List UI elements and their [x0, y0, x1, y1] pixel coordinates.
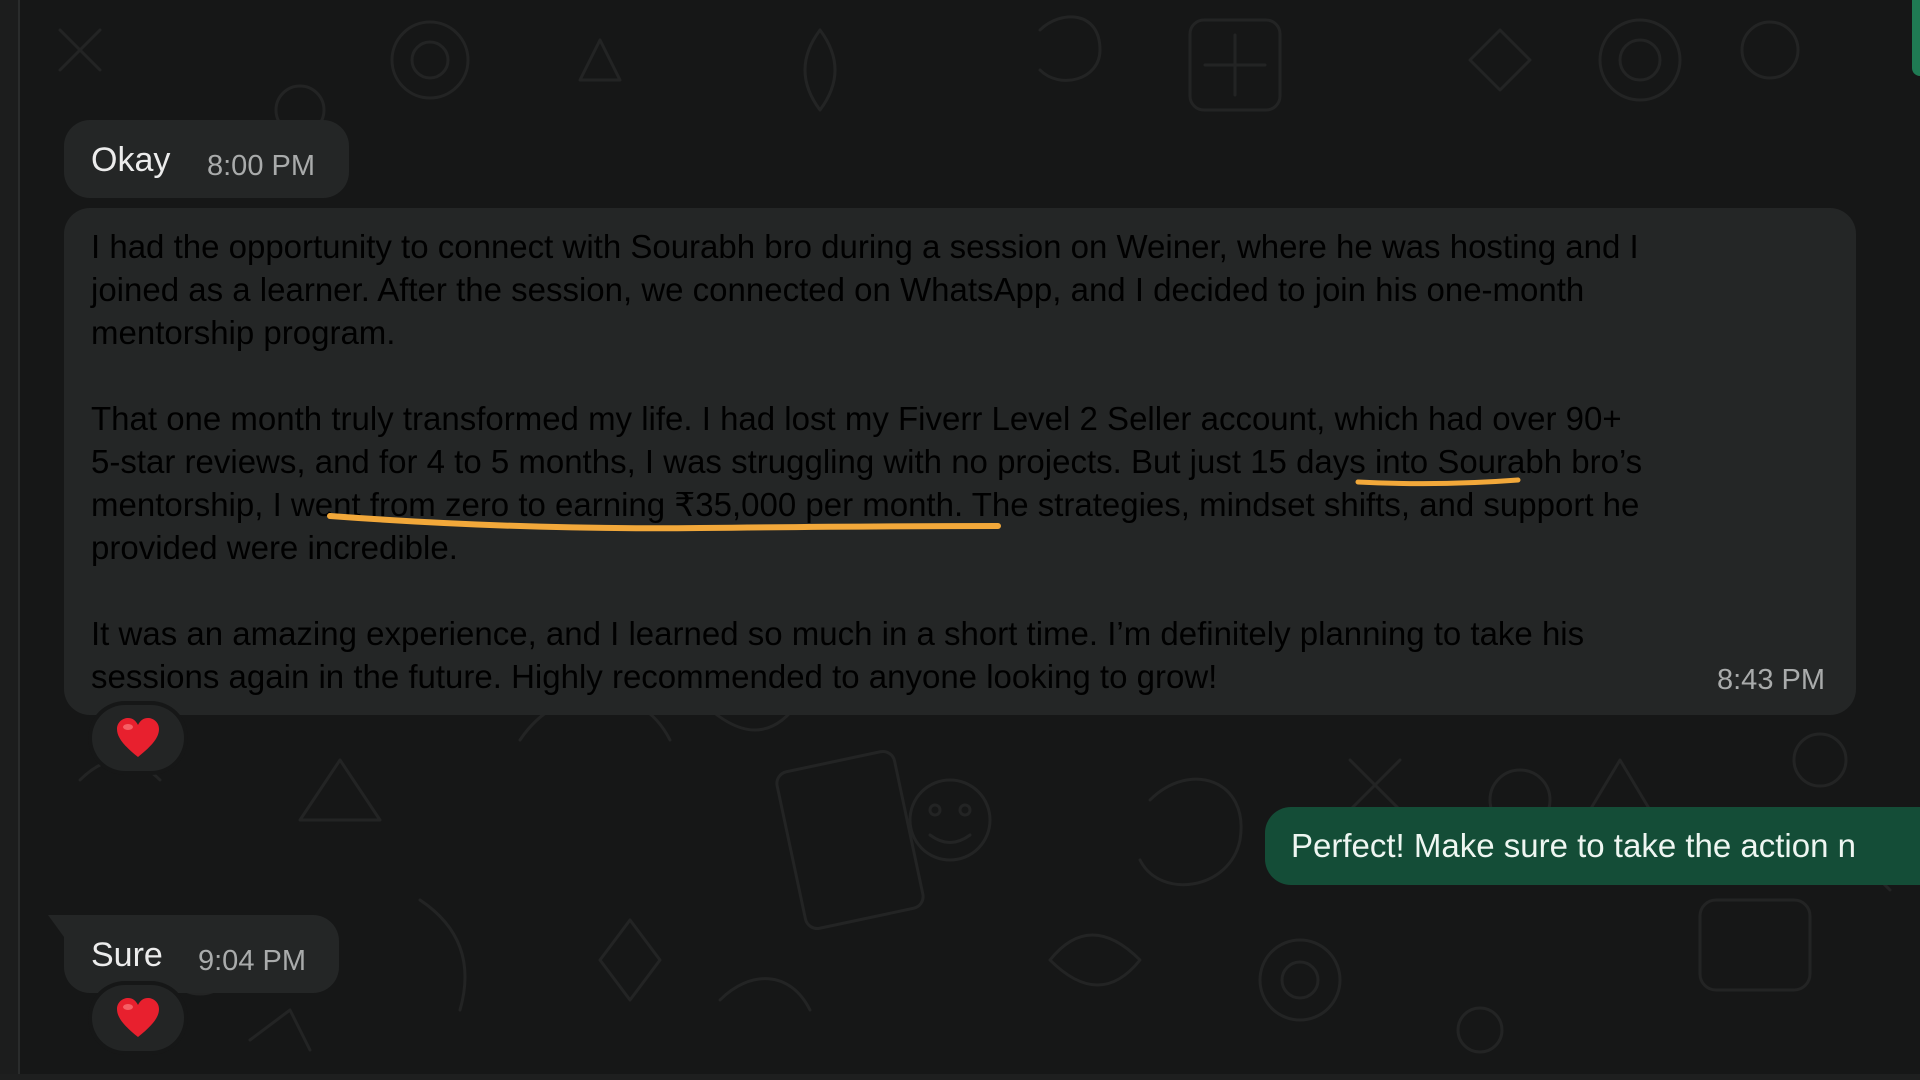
incoming-message-sure[interactable]: Sure 9:04 PM	[64, 915, 339, 993]
testimonial-line: 5-star reviews, and for 4 to 5 months, I…	[91, 443, 1643, 480]
message-timestamp: 9:04 PM	[198, 945, 306, 977]
message-timestamp: 8:43 PM	[1717, 664, 1825, 696]
message-timestamp: 8:00 PM	[207, 150, 315, 182]
chat-window: Okay 8:00 PM 8:43 PM I had the opportuni…	[0, 0, 1920, 1080]
heart-emoji-icon	[117, 998, 159, 1037]
bubble-tail	[48, 915, 64, 937]
incoming-message-okay[interactable]: Okay 8:00 PM	[64, 120, 349, 198]
outgoing-bubble-edge	[1912, 0, 1920, 76]
sidebar-divider	[0, 0, 20, 1080]
message-text: Okay	[91, 141, 171, 179]
testimonial-line: sessions again in the future. Highly rec…	[91, 658, 1218, 695]
testimonial-line: I had the opportunity to connect with So…	[91, 228, 1639, 265]
testimonial-line: mentorship, I went from zero to earning …	[91, 486, 1640, 523]
chat-bottom-border	[0, 1074, 1920, 1080]
testimonial-body: I had the opportunity to connect with So…	[91, 225, 1642, 698]
message-reaction[interactable]	[92, 705, 184, 771]
message-text: Sure	[91, 936, 163, 974]
message-reaction[interactable]	[92, 985, 184, 1051]
testimonial-line: It was an amazing experience, and I lear…	[91, 615, 1585, 652]
testimonial-line: mentorship program.	[91, 314, 396, 351]
message-text: Perfect! Make sure to take the action n	[1291, 827, 1856, 864]
testimonial-line: provided were incredible.	[91, 529, 458, 566]
outgoing-message[interactable]: Perfect! Make sure to take the action n	[1265, 807, 1920, 885]
testimonial-line: That one month truly transformed my life…	[91, 400, 1622, 437]
heart-emoji-icon	[117, 718, 159, 757]
testimonial-line: joined as a learner. After the session, …	[91, 271, 1585, 308]
